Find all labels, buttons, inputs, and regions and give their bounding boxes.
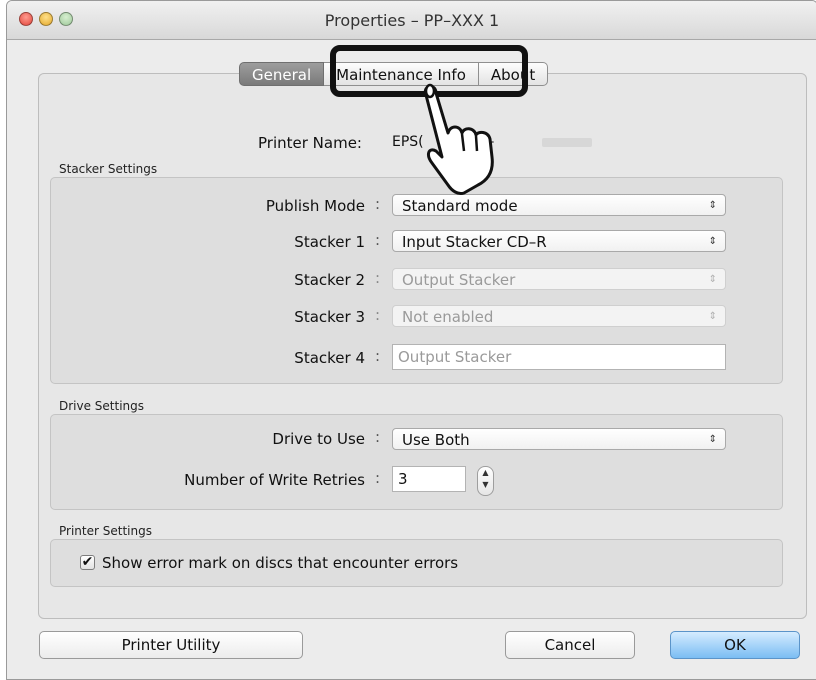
drive-settings-section-label: Drive Settings [59, 399, 145, 413]
title-bar: Properties – PP–XXX 1 [7, 1, 816, 40]
colon: : [375, 469, 381, 487]
window-title: Properties – PP–XXX 1 [324, 11, 500, 30]
printer-utility-button[interactable]: Printer Utility [39, 631, 303, 659]
stacker3-popup: Not enabled ⇕ [392, 305, 726, 327]
printer-settings-section-label: Printer Settings [59, 524, 152, 538]
ok-button[interactable]: OK [670, 631, 800, 659]
publish-mode-value: Standard mode [402, 197, 518, 215]
stacker3-value: Not enabled [402, 308, 494, 326]
stacker4-field: Output Stacker [392, 344, 726, 370]
colon: : [375, 195, 381, 213]
stacker-settings-section-label: Stacker Settings [59, 162, 158, 176]
show-error-mark-label[interactable]: Show error mark on discs that encounter … [102, 554, 458, 572]
stacker3-label: Stacker 3 [294, 308, 365, 326]
updown-arrows-icon: ⇕ [708, 434, 717, 445]
colon: : [375, 306, 381, 324]
updown-arrows-icon: ⇕ [708, 311, 717, 322]
show-error-mark-checkbox[interactable]: ✔ [80, 555, 95, 570]
stacker1-label: Stacker 1 [294, 233, 365, 251]
stacker2-value: Output Stacker [402, 271, 516, 289]
drive-to-use-label: Drive to Use [272, 430, 365, 448]
redacted-serial [542, 138, 592, 147]
properties-window: Properties – PP–XXX 1 General Maintenanc… [6, 0, 816, 680]
stacker2-label: Stacker 2 [294, 271, 365, 289]
stacker1-popup[interactable]: Input Stacker CD–R ⇕ [392, 230, 726, 252]
stacker1-value: Input Stacker CD–R [402, 233, 547, 251]
printer-name-label: Printer Name: [258, 134, 362, 152]
stacker2-popup: Output Stacker ⇕ [392, 268, 726, 290]
updown-arrows-icon: ⇕ [708, 274, 717, 285]
pointing-hand-icon [423, 83, 494, 195]
colon: : [375, 428, 381, 446]
write-retries-field[interactable]: 3 [392, 466, 466, 492]
stacker4-label: Stacker 4 [294, 349, 365, 367]
write-retries-stepper[interactable]: ▲ ▼ [477, 466, 494, 496]
tab-general[interactable]: General [239, 62, 325, 86]
colon: : [375, 269, 381, 287]
checkmark-icon: ✔ [81, 554, 94, 570]
drive-to-use-value: Use Both [402, 431, 470, 449]
cancel-button[interactable]: Cancel [505, 631, 635, 659]
updown-arrows-icon: ⇕ [708, 200, 717, 211]
updown-arrows-icon: ⇕ [708, 236, 717, 247]
colon: : [375, 347, 381, 365]
write-retries-label: Number of Write Retries [184, 471, 365, 489]
publish-mode-label: Publish Mode [265, 197, 365, 215]
drive-to-use-popup[interactable]: Use Both ⇕ [392, 428, 726, 450]
colon: : [375, 231, 381, 249]
